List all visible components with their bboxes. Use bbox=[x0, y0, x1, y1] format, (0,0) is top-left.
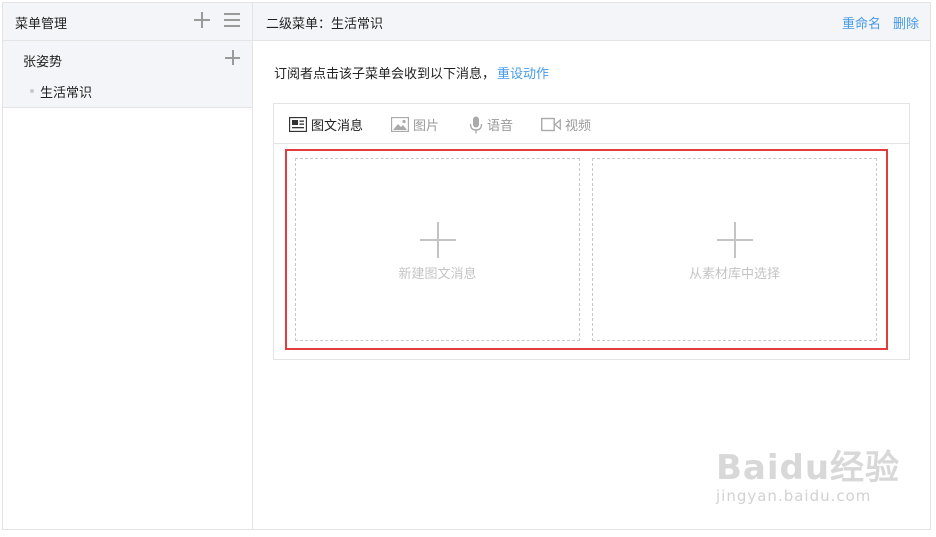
tab-news-label: 图文消息 bbox=[311, 119, 364, 134]
message-type-tabs: 图文消息 图片 语音 视频 bbox=[274, 104, 909, 144]
select-from-library-slot[interactable]: 从素材库中选择 bbox=[592, 158, 877, 341]
create-news-slot[interactable]: 新建图文消息 bbox=[295, 158, 580, 341]
select-library-label: 从素材库中选择 bbox=[688, 267, 780, 282]
tab-news[interactable]: 图文消息 bbox=[289, 115, 363, 134]
sort-menu-icon[interactable] bbox=[223, 11, 241, 29]
menu-sidebar: 菜单管理 张姿势 生活常识 bbox=[3, 3, 253, 529]
content-header: 二级菜单：生活常识 重命名 删除 bbox=[253, 3, 930, 41]
sidebar-subitem-selected[interactable]: 生活常识 bbox=[3, 75, 252, 107]
tab-video-label: 视频 bbox=[565, 119, 592, 134]
tab-voice-label: 语音 bbox=[487, 119, 514, 134]
watermark-url: jingyan.baidu.com bbox=[716, 487, 872, 505]
add-submenu-icon[interactable] bbox=[225, 50, 240, 65]
message-editor: 图文消息 图片 语音 视频 新建图文消息 从素材库中选择 bbox=[273, 103, 910, 360]
video-icon bbox=[541, 117, 561, 132]
delete-link[interactable]: 删除 bbox=[893, 13, 919, 32]
sidebar-item-menu[interactable]: 张姿势 bbox=[3, 41, 252, 75]
rename-link[interactable]: 重命名 bbox=[842, 13, 881, 32]
highlight-box: 新建图文消息 从素材库中选择 bbox=[285, 149, 888, 350]
create-news-label: 新建图文消息 bbox=[398, 267, 477, 282]
sidebar-header: 菜单管理 bbox=[3, 3, 252, 41]
sidebar-subitem-label: 生活常识 bbox=[40, 86, 93, 101]
plus-icon bbox=[716, 222, 753, 258]
sidebar-item-label: 张姿势 bbox=[23, 55, 63, 70]
tab-video[interactable]: 视频 bbox=[541, 115, 591, 134]
bullet-dot-icon bbox=[30, 89, 34, 93]
tab-voice[interactable]: 语音 bbox=[469, 115, 513, 134]
tab-image[interactable]: 图片 bbox=[391, 115, 439, 134]
action-description: 订阅者点击该子菜单会收到以下消息， 重设动作 bbox=[274, 63, 549, 82]
add-menu-icon[interactable] bbox=[193, 11, 211, 29]
menu-tree: 张姿势 生活常识 bbox=[3, 41, 252, 108]
watermark-brand: Baidu经验 bbox=[716, 448, 901, 488]
microphone-icon bbox=[469, 116, 483, 133]
plus-icon bbox=[419, 222, 456, 258]
sidebar-title: 菜单管理 bbox=[15, 17, 68, 32]
description-text: 订阅者点击该子菜单会收到以下消息， bbox=[274, 67, 496, 82]
news-icon bbox=[289, 117, 307, 132]
image-icon bbox=[391, 117, 409, 132]
reset-action-link[interactable]: 重设动作 bbox=[497, 67, 549, 82]
baidu-watermark: Baidu经验 jingyan.baidu.com bbox=[716, 440, 900, 505]
tab-image-label: 图片 bbox=[413, 119, 440, 134]
page-title: 二级菜单：生活常识 bbox=[266, 17, 384, 32]
